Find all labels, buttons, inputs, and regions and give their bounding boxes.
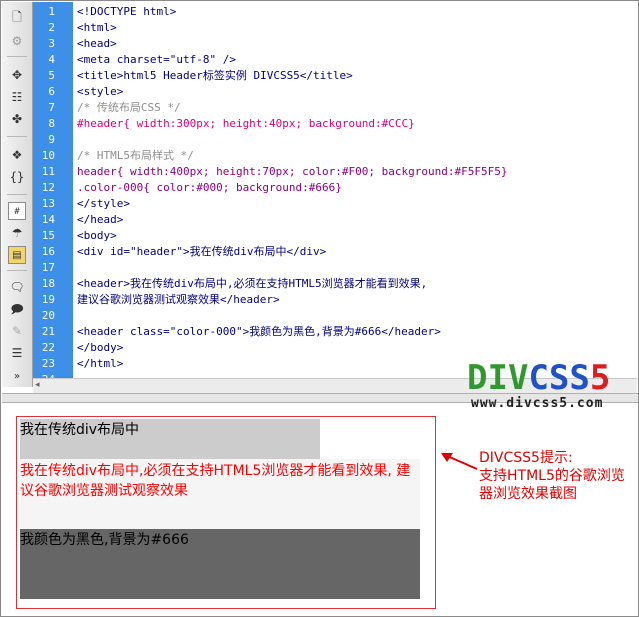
line-number: 20 (41, 309, 55, 322)
line-number: 1 (48, 5, 55, 18)
line-number: 13 (41, 197, 55, 210)
line-number: 10 (41, 149, 55, 162)
code-toolbar: 🗋 ⚙ ✥ ☷ ✤ ❖ {} # ☂ ▤ 🗨 🗩 ✎ ☰ » (2, 2, 33, 387)
pointer-arrow-icon (441, 453, 478, 470)
code-line: 建议谷歌浏览器测试观察效果</header> (77, 293, 280, 306)
code-editor[interactable]: <!DOCTYPE html> <html> <head> <meta char… (73, 2, 637, 378)
code-line: </html> (77, 357, 124, 370)
tip-note: DIVCSS5提示: 支持HTML5的谷歌浏览器浏览效果截图 (479, 450, 625, 502)
code-line: .color-000{ color:#000; background:#666} (77, 181, 342, 194)
logo-letter: I (487, 358, 508, 398)
divcss5-logo: DIVCSS5 (467, 359, 610, 397)
comment-icon[interactable]: ▤ (8, 246, 26, 264)
logo-letter: V (507, 358, 529, 398)
scroll-left-icon[interactable]: ◂ (35, 380, 40, 390)
code-line: <title>html5 Header标签实例 DIVCSS5</title> (77, 69, 353, 82)
line-number: 11 (41, 165, 55, 178)
line-number: 2 (48, 21, 55, 34)
line-number: 8 (48, 117, 55, 130)
logo-letters: CSS (528, 358, 590, 398)
div-header-preview: 我在传统div布局中 (20, 419, 320, 459)
toolbar-separator (7, 270, 27, 271)
code-line: <meta charset="utf-8" /> (77, 53, 236, 66)
line-number: 22 (41, 341, 55, 354)
code-line: <header class="color-000">我颜色为黑色,背景为#666… (77, 325, 441, 338)
color-000-header-preview: 我颜色为黑色,背景为#666 (20, 529, 420, 599)
code-line: header{ width:400px; height:70px; color:… (77, 165, 508, 178)
expand-icon[interactable]: ✥ (8, 66, 26, 84)
wrap-tag-icon[interactable]: 🗩 (8, 300, 26, 318)
uncomment-icon[interactable]: 🗨 (8, 278, 26, 296)
code-line: /* HTML5布局样式 */ (77, 149, 194, 162)
line-number: 14 (41, 213, 55, 226)
logo-letter: D (467, 358, 488, 398)
line-number: 16 (41, 245, 55, 258)
line-number: 15 (41, 229, 55, 242)
toolbar-separator (7, 136, 27, 137)
line-number-gutter: 1 2 3 4 5 6 7 8 9 10 11 12 13 14 15 16 1… (33, 2, 73, 378)
settings-icon[interactable]: ⚙ (8, 32, 26, 50)
code-line: <div id="header">我在传统div布局中</div> (77, 245, 327, 258)
line-number: 4 (48, 53, 55, 66)
line-number: 7 (48, 101, 55, 114)
code-line: /* 传统布局CSS */ (77, 101, 181, 114)
line-number: 19 (41, 293, 55, 306)
code-line: </head> (77, 213, 124, 226)
line-numbers-icon[interactable]: {} (8, 168, 26, 186)
line-number: 17 (41, 261, 55, 274)
code-line: <head> (77, 37, 117, 50)
code-line: <header>我在传统div布局中,必须在支持HTML5浏览器才能看到效果, (77, 277, 428, 290)
line-number: 3 (48, 37, 55, 50)
recent-snippets-icon[interactable]: ✎ (8, 322, 26, 340)
more-icon[interactable]: » (8, 368, 26, 386)
line-number: 12 (41, 181, 55, 194)
html5-header-preview: 我在传统div布局中,必须在支持HTML5浏览器才能看到效果, 建议谷歌浏览器测… (20, 459, 420, 529)
line-number: 21 (41, 325, 55, 338)
code-line: <!DOCTYPE html> (77, 5, 177, 18)
line-number: 6 (48, 85, 55, 98)
syntax-coloring-icon[interactable]: ☂ (8, 224, 26, 242)
highlight-invalid-icon[interactable]: # (8, 202, 26, 220)
indent-icon[interactable]: ☰ (8, 344, 26, 362)
logo-url: www.divcss5.com (471, 396, 604, 411)
line-number: 18 (41, 277, 55, 290)
line-number: 5 (48, 69, 55, 82)
collapse-icon[interactable]: ☷ (8, 88, 26, 106)
line-number: 23 (41, 357, 55, 370)
app-window: 🗋 ⚙ ✥ ☷ ✤ ❖ {} # ☂ ▤ 🗨 🗩 ✎ ☰ » 1 2 3 4 5… (0, 0, 639, 617)
code-line: #header{ width:300px; height:40px; backg… (77, 117, 415, 130)
line-number: 9 (48, 133, 55, 146)
code-line: </body> (77, 341, 124, 354)
toolbar-separator (7, 194, 27, 195)
logo-letter: 5 (589, 358, 611, 398)
balance-braces-icon[interactable]: ❖ (8, 146, 26, 164)
code-line: </style> (77, 197, 130, 210)
new-file-icon[interactable]: 🗋 (8, 8, 26, 26)
code-line: <style> (77, 85, 124, 98)
toolbar-separator (7, 56, 27, 57)
code-line: <html> (77, 21, 117, 34)
select-parent-icon[interactable]: ✤ (8, 110, 26, 128)
code-line: <body> (77, 229, 117, 242)
